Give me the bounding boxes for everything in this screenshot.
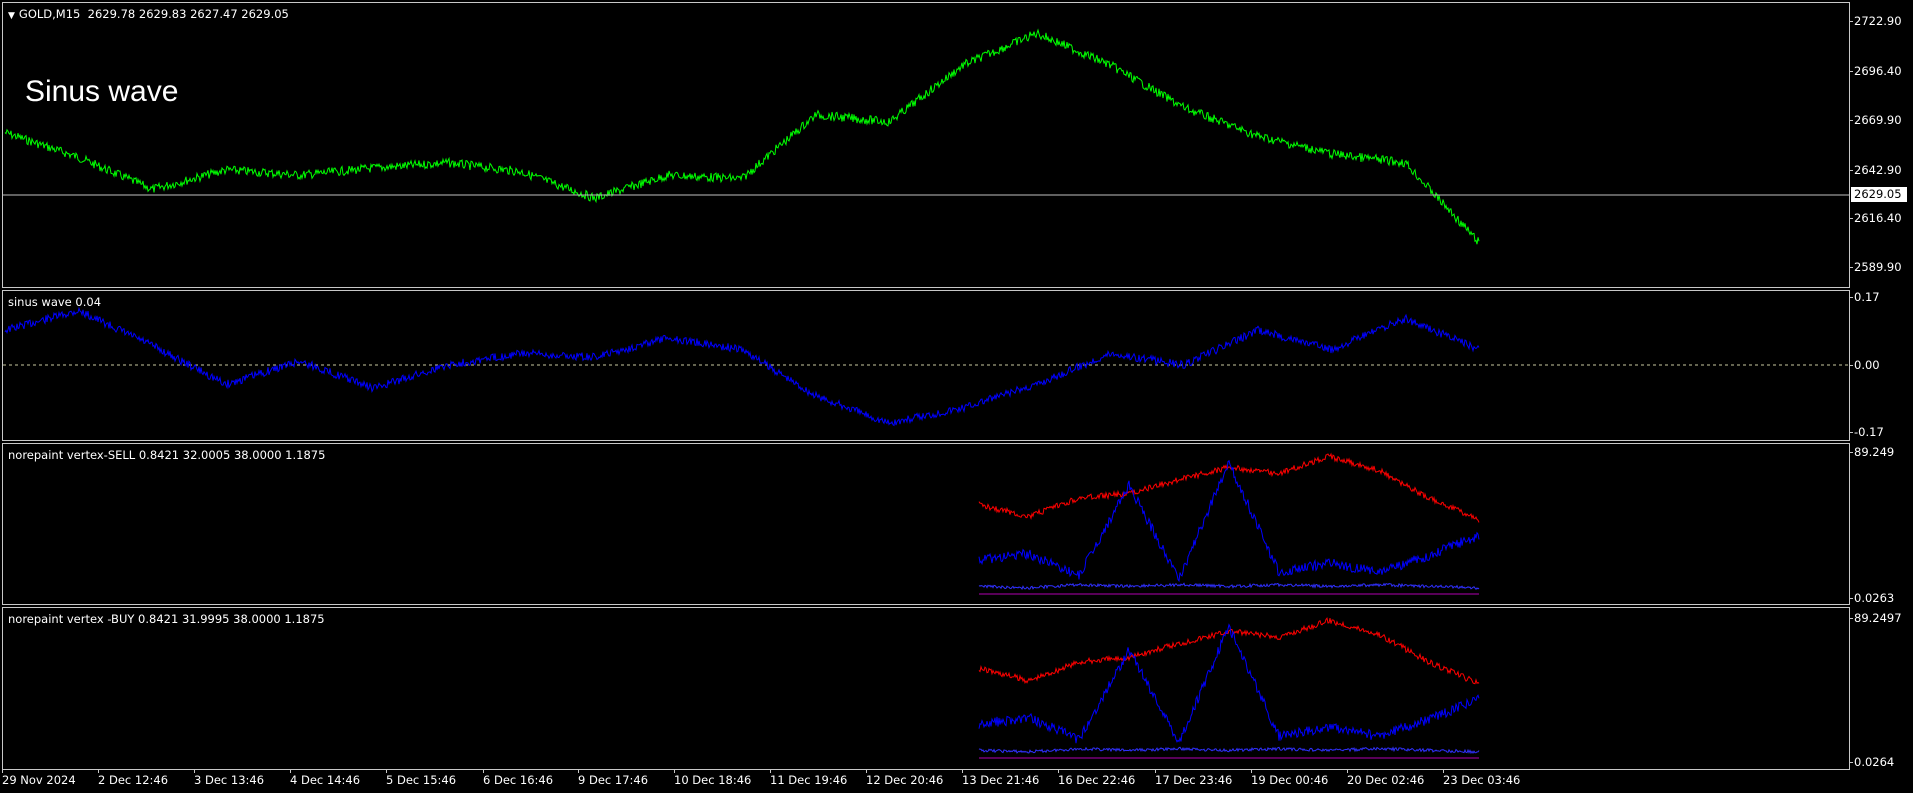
time-label: 2 Dec 12:46 [98,769,169,787]
price-pane-header: ▼ GOLD,M15 2629.78 2629.83 2627.47 2629.0… [8,7,289,21]
time-label: 29 Nov 2024 [2,769,76,787]
price-tick: 2669.90 [1849,113,1902,127]
current-price-tag: 2629.05 [1851,187,1907,202]
price-tick: 2589.90 [1849,260,1902,274]
price-tick: 2642.90 [1849,163,1902,177]
time-label: 5 Dec 15:46 [386,769,457,787]
time-label: 11 Dec 19:46 [770,769,848,787]
price-line [4,28,1480,245]
sinus-tick: -0.17 [1849,425,1884,439]
sinus-line [4,306,1480,427]
buy-tick: 0.0264 [1848,755,1895,769]
time-axis[interactable]: 29 Nov 2024 2 Dec 12:46 3 Dec 13:46 4 Dec 1… [0,769,1913,793]
vertex-red-line [978,617,1480,685]
time-label: 9 Dec 17:46 [578,769,649,787]
buy-chart [978,617,1480,759]
sell-tick: 0.0263 [1848,591,1895,605]
sinus-tick: 0.17 [1849,290,1880,304]
time-label: 6 Dec 16:46 [483,769,554,787]
sinus-wave-label: Sinus wave [25,75,179,108]
time-label: 16 Dec 22:46 [1058,769,1136,787]
vertex-blue-line [978,459,1480,583]
sinus-tick: 0.00 [1849,358,1880,372]
sinus-pane-header: sinus wave 0.04 [8,295,102,309]
buy-tick: 89.2497 [1849,611,1902,625]
time-label: 19 Dec 00:46 [1251,769,1329,787]
sinus-chart [3,306,1849,427]
time-label: 12 Dec 20:46 [866,769,944,787]
vertex-blue-line [978,623,1480,744]
time-label: 4 Dec 14:46 [290,769,361,787]
buy-pane[interactable]: norepaint vertex -BUY 0.8421 31.9995 38.… [2,607,1850,770]
price-scale[interactable]: 2722.90 2696.40 2669.90 2642.90 2616.40 … [1848,0,1913,793]
time-label: 20 Dec 02:46 [1347,769,1425,787]
price-header-text: GOLD,M15 2629.78 2629.83 2627.47 2629.05 [18,7,289,21]
sell-pane-header: norepaint vertex-SELL 0.8421 32.0005 38.… [8,448,326,462]
price-tick: 2696.40 [1849,64,1902,78]
chart-menu-icon[interactable]: ▼ [8,11,15,21]
price-chart [3,28,1849,245]
price-tick: 2616.40 [1849,211,1902,225]
vertex-blue-lower-line [978,582,1480,590]
sell-tick: 89.249 [1848,445,1895,459]
price-tick: 2722.90 [1849,14,1902,28]
time-label: 13 Dec 21:46 [962,769,1040,787]
sinus-pane[interactable]: sinus wave 0.04 [2,290,1850,441]
time-label: 3 Dec 13:46 [194,769,265,787]
vertex-blue-lower-line [978,746,1480,755]
vertex-red-line [978,452,1480,523]
time-label: 10 Dec 18:46 [674,769,752,787]
sell-pane[interactable]: norepaint vertex-SELL 0.8421 32.0005 38.… [2,443,1850,605]
sell-chart [978,452,1480,595]
price-pane[interactable]: ▼ GOLD,M15 2629.78 2629.83 2627.47 2629.0… [2,2,1850,288]
time-label: 23 Dec 03:46 [1443,769,1521,787]
time-label: 17 Dec 23:46 [1155,769,1233,787]
buy-pane-header: norepaint vertex -BUY 0.8421 31.9995 38.… [8,612,325,626]
